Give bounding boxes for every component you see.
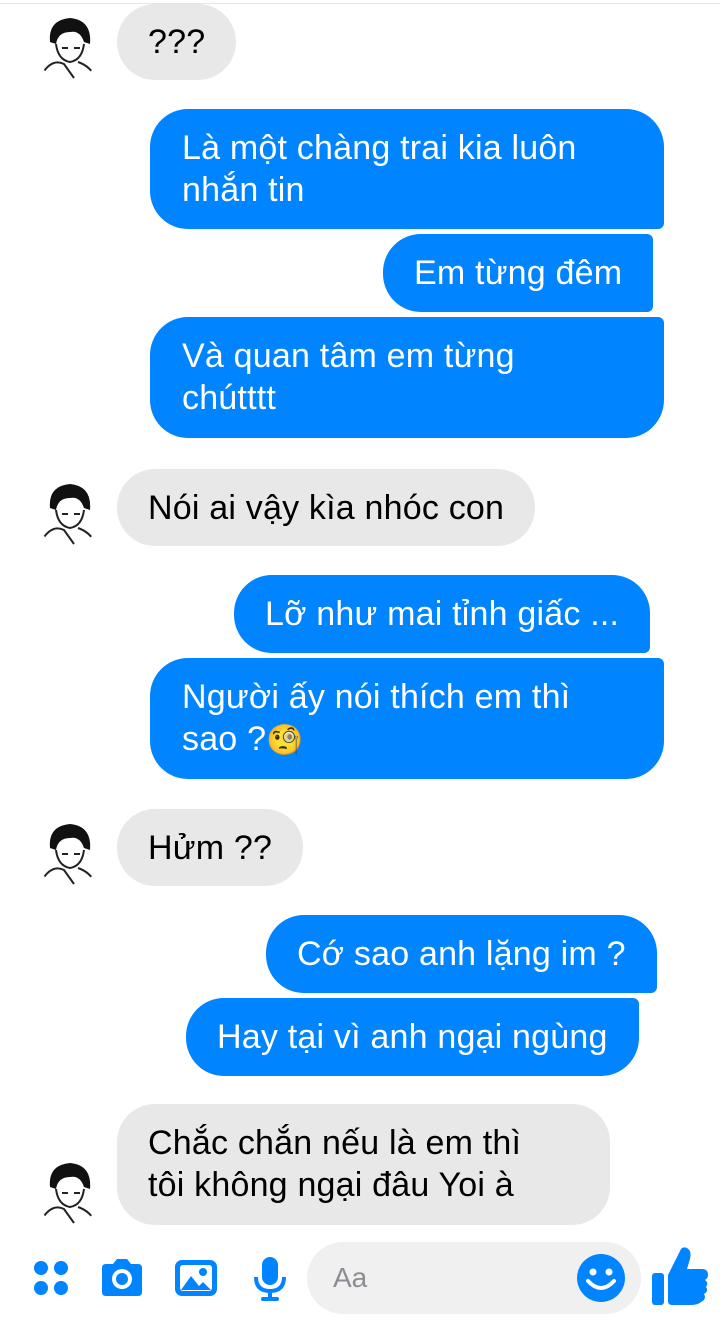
message-text: Và quan tâm em từng chútttt (182, 337, 515, 417)
apps-icon[interactable] (28, 1248, 74, 1308)
message-bubble-incoming[interactable]: ??? (117, 4, 237, 80)
image-icon[interactable] (172, 1248, 220, 1308)
avatar[interactable] (34, 1157, 102, 1225)
message-bubble-incoming[interactable]: Hửm ?? (117, 809, 304, 886)
camera-icon[interactable] (97, 1248, 147, 1308)
avatar[interactable] (34, 478, 102, 546)
emoji-icon[interactable] (575, 1248, 627, 1308)
message-text: Là một chàng trai kia luôn nhắn tin (182, 129, 577, 209)
message-text: Cớ sao anh lặng im ? (297, 935, 626, 973)
monocle-face-emoji: 🧐 (266, 723, 304, 758)
message-text: ??? (148, 23, 206, 61)
message-text: Lỡ như mai tỉnh giấc ... (265, 595, 620, 633)
message-text: Chắc chắn nếu là em thì tôi không ngại đ… (148, 1124, 522, 1204)
message-text: Em từng đêm (414, 254, 623, 292)
message-text: Hay tại vì anh ngại ngùng (217, 1018, 608, 1056)
message-bubble-incoming[interactable]: Nói ai vậy kìa nhóc con (117, 469, 536, 546)
message-bubble-outgoing[interactable]: Và quan tâm em từng chútttt (150, 317, 664, 438)
message-bubble-outgoing[interactable]: Lỡ như mai tỉnh giấc ... (234, 575, 651, 653)
thumbs-up-icon[interactable] (649, 1244, 711, 1308)
avatar-illustration-icon (41, 824, 97, 885)
avatar[interactable] (34, 12, 102, 80)
message-text: Nói ai vậy kìa nhóc con (148, 489, 505, 527)
message-text: Người ấy nói thích em thì sao ? (182, 678, 571, 758)
avatar-illustration-icon (41, 484, 97, 545)
message-text: Hửm ?? (148, 829, 273, 867)
message-bubble-incoming[interactable]: Chắc chắn nếu là em thì tôi không ngại đ… (117, 1104, 610, 1225)
message-bubble-outgoing[interactable]: Người ấy nói thích em thì sao ?🧐 (150, 658, 664, 779)
message-bubble-outgoing[interactable]: Hay tại vì anh ngại ngùng (186, 998, 639, 1076)
message-input-placeholder: Aa (333, 1262, 368, 1293)
message-bubble-outgoing[interactable]: Là một chàng trai kia luôn nhắn tin (150, 109, 664, 229)
avatar[interactable] (34, 818, 102, 886)
message-bubble-outgoing[interactable]: Cớ sao anh lặng im ? (266, 915, 657, 993)
top-divider (0, 0, 720, 4)
message-bubble-outgoing[interactable]: Em từng đêm (383, 234, 654, 312)
microphone-icon[interactable] (250, 1248, 290, 1308)
avatar-illustration-icon (41, 18, 97, 79)
avatar-illustration-icon (41, 1163, 97, 1224)
